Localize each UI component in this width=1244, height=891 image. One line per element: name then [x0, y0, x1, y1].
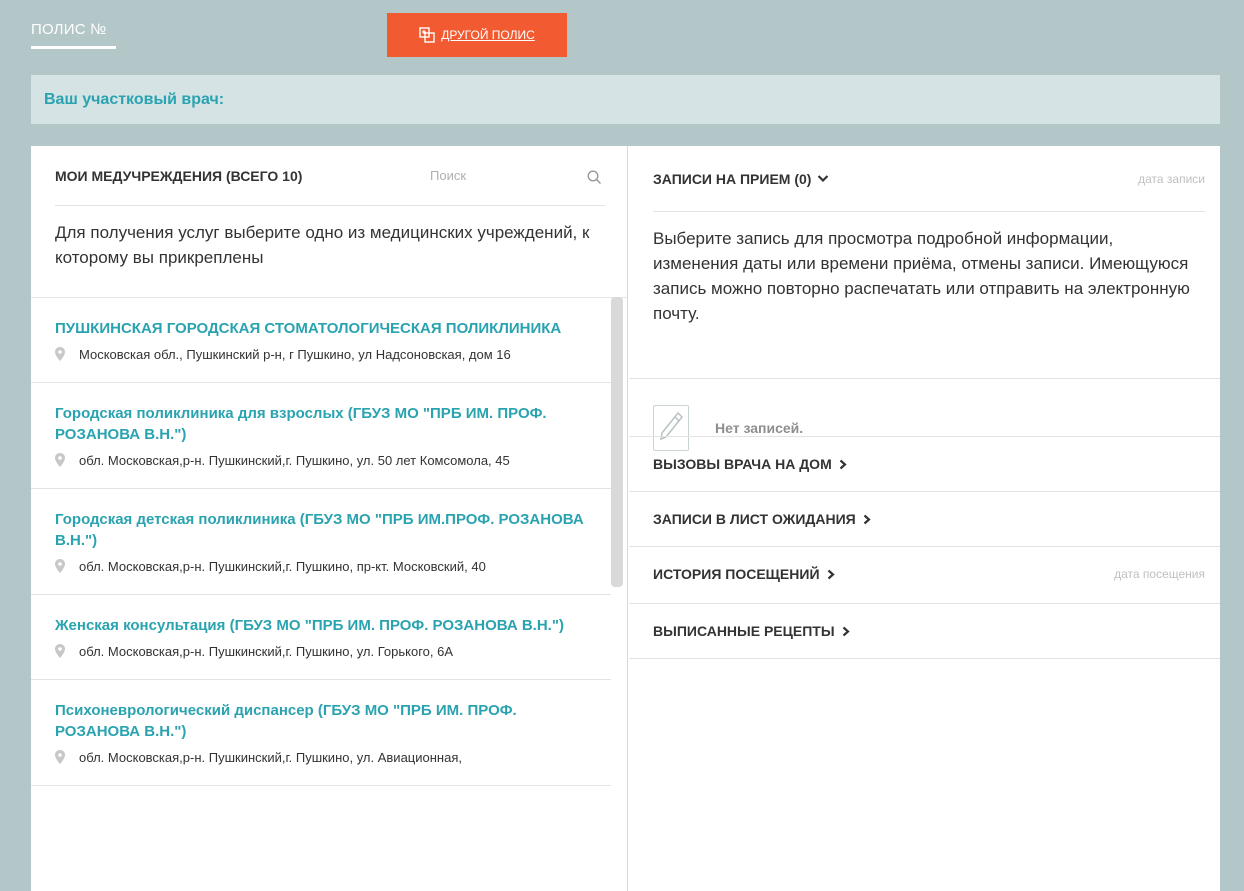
district-doctor-banner: Ваш участковый врач: — [31, 75, 1220, 124]
clinic-address: обл. Московская,р-н. Пушкинский,г. Пушки… — [55, 748, 595, 770]
appointment-date-hint: дата записи — [1138, 171, 1205, 186]
clinic-name[interactable]: Женская консультация (ГБУЗ МО "ПРБ ИМ. П… — [55, 615, 595, 636]
chevron-right-icon — [839, 459, 847, 470]
location-pin-icon — [55, 750, 65, 770]
section-divider — [629, 658, 1220, 659]
appointments-description: Выберите запись для просмотра подробной … — [653, 229, 1190, 323]
institutions-title: МОИ МЕДУЧРЕЖДЕНИЯ (ВСЕГО 10) — [55, 167, 303, 184]
clinic-address-text: обл. Московская,р-н. Пушкинский,г. Пушки… — [79, 750, 462, 765]
location-pin-icon — [55, 347, 65, 367]
prescriptions-title: ВЫПИСАННЫЕ РЕЦЕПТЫ — [653, 623, 835, 639]
visit-date-hint: дата посещения — [1114, 567, 1205, 581]
visit-history-title: ИСТОРИЯ ПОСЕЩЕНИЙ — [653, 566, 820, 582]
no-records-block: Нет записей. — [629, 378, 1220, 451]
institutions-description: Для получения услуг выберите одно из мед… — [55, 223, 590, 267]
no-records-text: Нет записей. — [715, 420, 804, 436]
list-item[interactable]: Женская консультация (ГБУЗ МО "ПРБ ИМ. П… — [31, 595, 611, 680]
clinic-name[interactable]: ПУШКИНСКАЯ ГОРОДСКАЯ СТОМАТОЛОГИЧЕСКАЯ П… — [55, 318, 595, 339]
chevron-down-icon — [817, 174, 829, 183]
institutions-scrollbar[interactable] — [611, 297, 623, 587]
institutions-list: ПУШКИНСКАЯ ГОРОДСКАЯ СТОМАТОЛОГИЧЕСКАЯ П… — [31, 297, 628, 891]
other-policy-button[interactable]: другой полис — [387, 13, 567, 57]
clinic-address-text: обл. Московская,р-н. Пушкинский,г. Пушки… — [79, 559, 486, 574]
chevron-right-icon — [827, 569, 835, 580]
list-item[interactable]: Психоневрологический диспансер (ГБУЗ МО … — [31, 680, 611, 786]
appointments-panel: ЗАПИСИ НА ПРИЕМ (0) дата записи Выберите… — [629, 146, 1220, 891]
clinic-address: обл. Московская,р-н. Пушкинский,г. Пушки… — [55, 557, 595, 579]
clinic-address: Московская обл., Пушкинский р-н, г Пушки… — [55, 345, 595, 367]
home-calls-title: ВЫЗОВЫ ВРАЧА НА ДОМ — [653, 456, 832, 472]
section-prescriptions[interactable]: ВЫПИСАННЫЕ РЕЦЕПТЫ — [629, 603, 1220, 658]
clinic-address: обл. Московская,р-н. Пушкинский,г. Пушки… — [55, 451, 595, 473]
clinic-address-text: Московская обл., Пушкинский р-н, г Пушки… — [79, 347, 511, 362]
main-card: МОИ МЕДУЧРЕЖДЕНИЯ (ВСЕГО 10) Для получен… — [31, 146, 1220, 891]
list-item[interactable]: Городская поликлиника для взрослых (ГБУЗ… — [31, 383, 611, 489]
section-home-calls[interactable]: ВЫЗОВЫ ВРАЧА НА ДОМ — [629, 436, 1220, 491]
chevron-right-icon — [863, 514, 871, 525]
search-icon[interactable] — [587, 170, 602, 190]
clinic-address: обл. Московская,р-н. Пушкинский,г. Пушки… — [55, 642, 595, 664]
clinic-name[interactable]: Городская детская поликлиника (ГБУЗ МО "… — [55, 509, 595, 551]
policy-tab[interactable]: ПОЛИС № — [31, 21, 116, 49]
chevron-right-icon — [842, 626, 850, 637]
appointments-header: ЗАПИСИ НА ПРИЕМ (0) дата записи — [653, 146, 1205, 212]
clinic-address-text: обл. Московская,р-н. Пушкинский,г. Пушки… — [79, 453, 510, 468]
waiting-list-title: ЗАПИСИ В ЛИСТ ОЖИДАНИЯ — [653, 511, 856, 527]
section-waiting-list[interactable]: ЗАПИСИ В ЛИСТ ОЖИДАНИЯ — [629, 491, 1220, 546]
list-item[interactable]: ПУШКИНСКАЯ ГОРОДСКАЯ СТОМАТОЛОГИЧЕСКАЯ П… — [31, 298, 611, 383]
clinic-address-text: обл. Московская,р-н. Пушкинский,г. Пушки… — [79, 644, 454, 659]
institutions-header: МОИ МЕДУЧРЕЖДЕНИЯ (ВСЕГО 10) — [55, 146, 605, 206]
location-pin-icon — [55, 644, 65, 664]
appointments-title: ЗАПИСИ НА ПРИЕМ (0) — [653, 170, 812, 187]
other-policy-label: другой полис — [441, 28, 535, 42]
section-visit-history[interactable]: ИСТОРИЯ ПОСЕЩЕНИЙ дата посещения — [629, 546, 1220, 601]
switch-policy-icon — [419, 27, 435, 43]
clinic-name[interactable]: Психоневрологический диспансер (ГБУЗ МО … — [55, 700, 595, 742]
appointments-toggle[interactable]: ЗАПИСИ НА ПРИЕМ (0) — [653, 171, 829, 187]
list-item[interactable]: Городская детская поликлиника (ГБУЗ МО "… — [31, 489, 611, 595]
institutions-panel: МОИ МЕДУЧРЕЖДЕНИЯ (ВСЕГО 10) Для получен… — [31, 146, 628, 891]
district-doctor-title: Ваш участковый врач: — [44, 90, 225, 108]
search-input[interactable] — [430, 168, 580, 183]
location-pin-icon — [55, 559, 65, 579]
location-pin-icon — [55, 453, 65, 473]
clinic-name[interactable]: Городская поликлиника для взрослых (ГБУЗ… — [55, 403, 595, 445]
